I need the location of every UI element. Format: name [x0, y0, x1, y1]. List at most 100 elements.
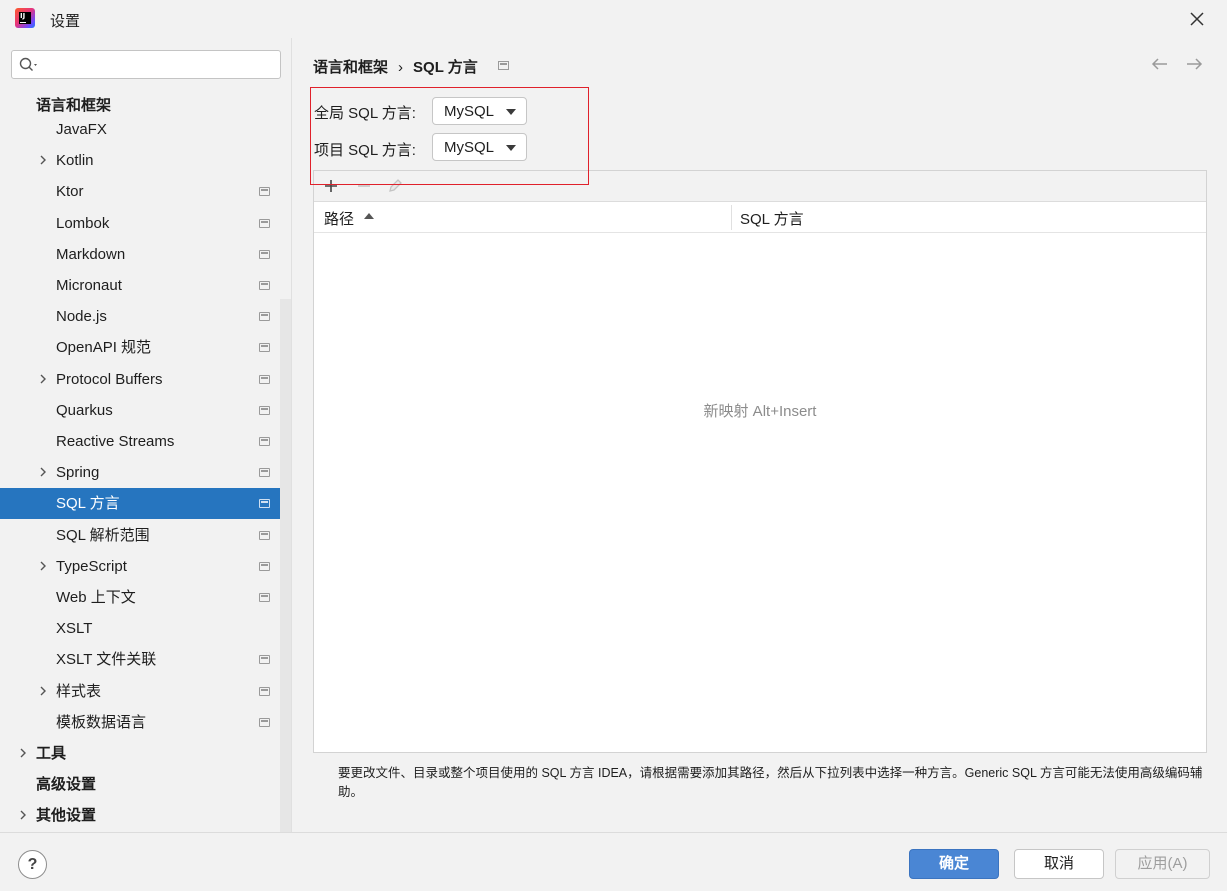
sidebar-item[interactable]: Protocol Buffers	[0, 364, 291, 395]
tree-item-label: SQL 解析范围	[56, 526, 150, 544]
tree-item-label: 模板数据语言	[56, 713, 147, 731]
project-level-icon	[259, 593, 270, 602]
window-title: 设置	[50, 13, 81, 30]
chevron-right-icon[interactable]	[18, 748, 28, 758]
tree-item-label: Micronaut	[56, 277, 122, 294]
highlight-box	[310, 87, 589, 185]
intellij-logo-icon: IJ	[15, 8, 35, 28]
project-level-icon	[259, 468, 270, 478]
tree-item-label: TypeScript	[56, 557, 127, 575]
chevron-right-icon[interactable]	[38, 374, 48, 384]
sidebar-item[interactable]: 样式表	[0, 676, 291, 707]
ok-button[interactable]: 确定	[909, 849, 999, 879]
sidebar-item[interactable]: Ktor	[0, 176, 291, 207]
sidebar-item[interactable]: JavaFX	[0, 114, 291, 145]
cancel-button[interactable]: 取消	[1014, 849, 1104, 879]
sidebar-item[interactable]: Node.js	[0, 301, 291, 332]
sidebar-item[interactable]: Web 上下文	[0, 582, 291, 613]
sidebar-item[interactable]: 模板数据语言	[0, 707, 291, 738]
sidebar-item[interactable]: Reactive Streams	[0, 426, 291, 457]
settings-sidebar: 语言和框架 JavaFX Kotlin Ktor Lombok Markdown Micro…	[0, 38, 291, 832]
sidebar-item[interactable]: Micronaut	[0, 270, 291, 301]
breadcrumb-parent[interactable]: 语言和框架	[313, 56, 388, 77]
sidebar-top-level-item[interactable]: 工具	[0, 738, 291, 769]
sidebar-item[interactable]: TypeScript	[0, 551, 291, 582]
sidebar-top-level-item[interactable]: 高级设置	[0, 769, 291, 800]
tree-item-label: JavaFX	[56, 121, 107, 138]
chevron-right-icon[interactable]	[38, 155, 48, 165]
pane-splitter[interactable]	[291, 38, 292, 832]
project-level-icon	[259, 717, 270, 727]
project-level-icon	[498, 61, 509, 70]
back-arrow-icon[interactable]	[1150, 55, 1170, 73]
project-level-icon	[259, 499, 270, 509]
dialog-footer: ? 确定 取消 应用(A)	[0, 832, 1227, 891]
search-icon	[19, 57, 37, 71]
tree-item-label: Quarkus	[56, 401, 113, 419]
breadcrumb-separator: ›	[398, 59, 404, 76]
sidebar-item[interactable]: SQL 方言	[0, 488, 291, 520]
sidebar-item[interactable]: Lombok	[0, 208, 291, 239]
sidebar-item[interactable]: Quarkus	[0, 395, 291, 426]
breadcrumb: 语言和框架 › SQL 方言	[313, 56, 478, 77]
close-button[interactable]	[1181, 4, 1213, 34]
sidebar-item[interactable]: XSLT 文件关联	[0, 644, 291, 675]
tree-item-label: XSLT 文件关联	[56, 651, 157, 669]
project-level-icon	[259, 561, 270, 571]
close-icon	[1190, 12, 1204, 26]
dialect-mapping-table: 路径 SQL 方言 新映射 Alt+Insert	[313, 170, 1207, 753]
project-level-icon	[259, 343, 270, 353]
sidebar-top-level-item[interactable]: 其他设置	[0, 800, 291, 831]
tree-item-label: Node.js	[56, 308, 107, 326]
table-header: 路径 SQL 方言	[314, 202, 1206, 233]
tree-item-label: XSLT	[56, 620, 93, 638]
sidebar-scrollbar[interactable]	[280, 299, 291, 832]
tree-item-label: Markdown	[56, 245, 126, 263]
project-level-icon	[259, 312, 270, 322]
search-input[interactable]	[11, 50, 281, 79]
sidebar-item[interactable]: XSLT	[0, 613, 291, 644]
project-level-icon	[259, 187, 270, 197]
chevron-right-icon[interactable]	[18, 810, 28, 820]
tree-item-label: Kotlin	[56, 152, 94, 170]
column-separator[interactable]	[731, 205, 732, 230]
apply-button[interactable]: 应用(A)	[1115, 849, 1210, 879]
sort-ascending-icon	[364, 213, 374, 219]
sidebar-item[interactable]: Spring	[0, 457, 291, 488]
tree-item-label: 其他设置	[36, 807, 97, 825]
project-level-icon	[259, 530, 270, 540]
breadcrumb-current: SQL 方言	[413, 59, 478, 76]
chevron-right-icon[interactable]	[38, 467, 48, 477]
empty-table-hint[interactable]: 新映射 Alt+Insert	[314, 400, 1206, 421]
tree-item-label: 工具	[36, 745, 67, 762]
sidebar-item[interactable]: Markdown	[0, 239, 291, 270]
tree-item-label: OpenAPI 规范	[56, 339, 152, 357]
sidebar-item[interactable]: OpenAPI 规范	[0, 332, 291, 363]
sidebar-item[interactable]: SQL 解析范围	[0, 520, 291, 551]
tree-item-label: Reactive Streams	[56, 433, 175, 450]
forward-arrow-icon[interactable]	[1184, 55, 1204, 73]
chevron-right-icon[interactable]	[38, 561, 48, 571]
column-header-dialect[interactable]: SQL 方言	[740, 208, 804, 229]
tree-item-label: 高级设置	[36, 776, 97, 794]
project-level-icon	[259, 281, 270, 290]
project-level-icon	[259, 218, 270, 228]
project-level-icon	[259, 249, 270, 259]
project-level-icon	[259, 374, 270, 384]
column-header-path[interactable]: 路径	[324, 208, 354, 229]
help-button[interactable]: ?	[18, 850, 47, 879]
project-level-icon	[259, 405, 270, 415]
tree-item-label: Spring	[56, 464, 100, 482]
project-level-icon	[259, 686, 270, 696]
tree-item-label: Web 上下文	[56, 589, 136, 606]
tree-item-label: 样式表	[56, 682, 102, 700]
tree-item-label: Protocol Buffers	[56, 370, 163, 388]
sidebar-item[interactable]: Kotlin	[0, 145, 291, 176]
help-description: 要更改文件、目录或整个项目使用的 SQL 方言 IDEA，请根据需要添加其路径，…	[338, 766, 1203, 799]
tree-item-label: Ktor	[56, 183, 84, 201]
chevron-right-icon[interactable]	[38, 686, 48, 696]
project-level-icon	[259, 437, 270, 446]
project-level-icon	[259, 655, 270, 665]
tree-item-label: SQL 方言	[56, 495, 120, 513]
title-bar: IJ 设置	[0, 0, 1227, 38]
